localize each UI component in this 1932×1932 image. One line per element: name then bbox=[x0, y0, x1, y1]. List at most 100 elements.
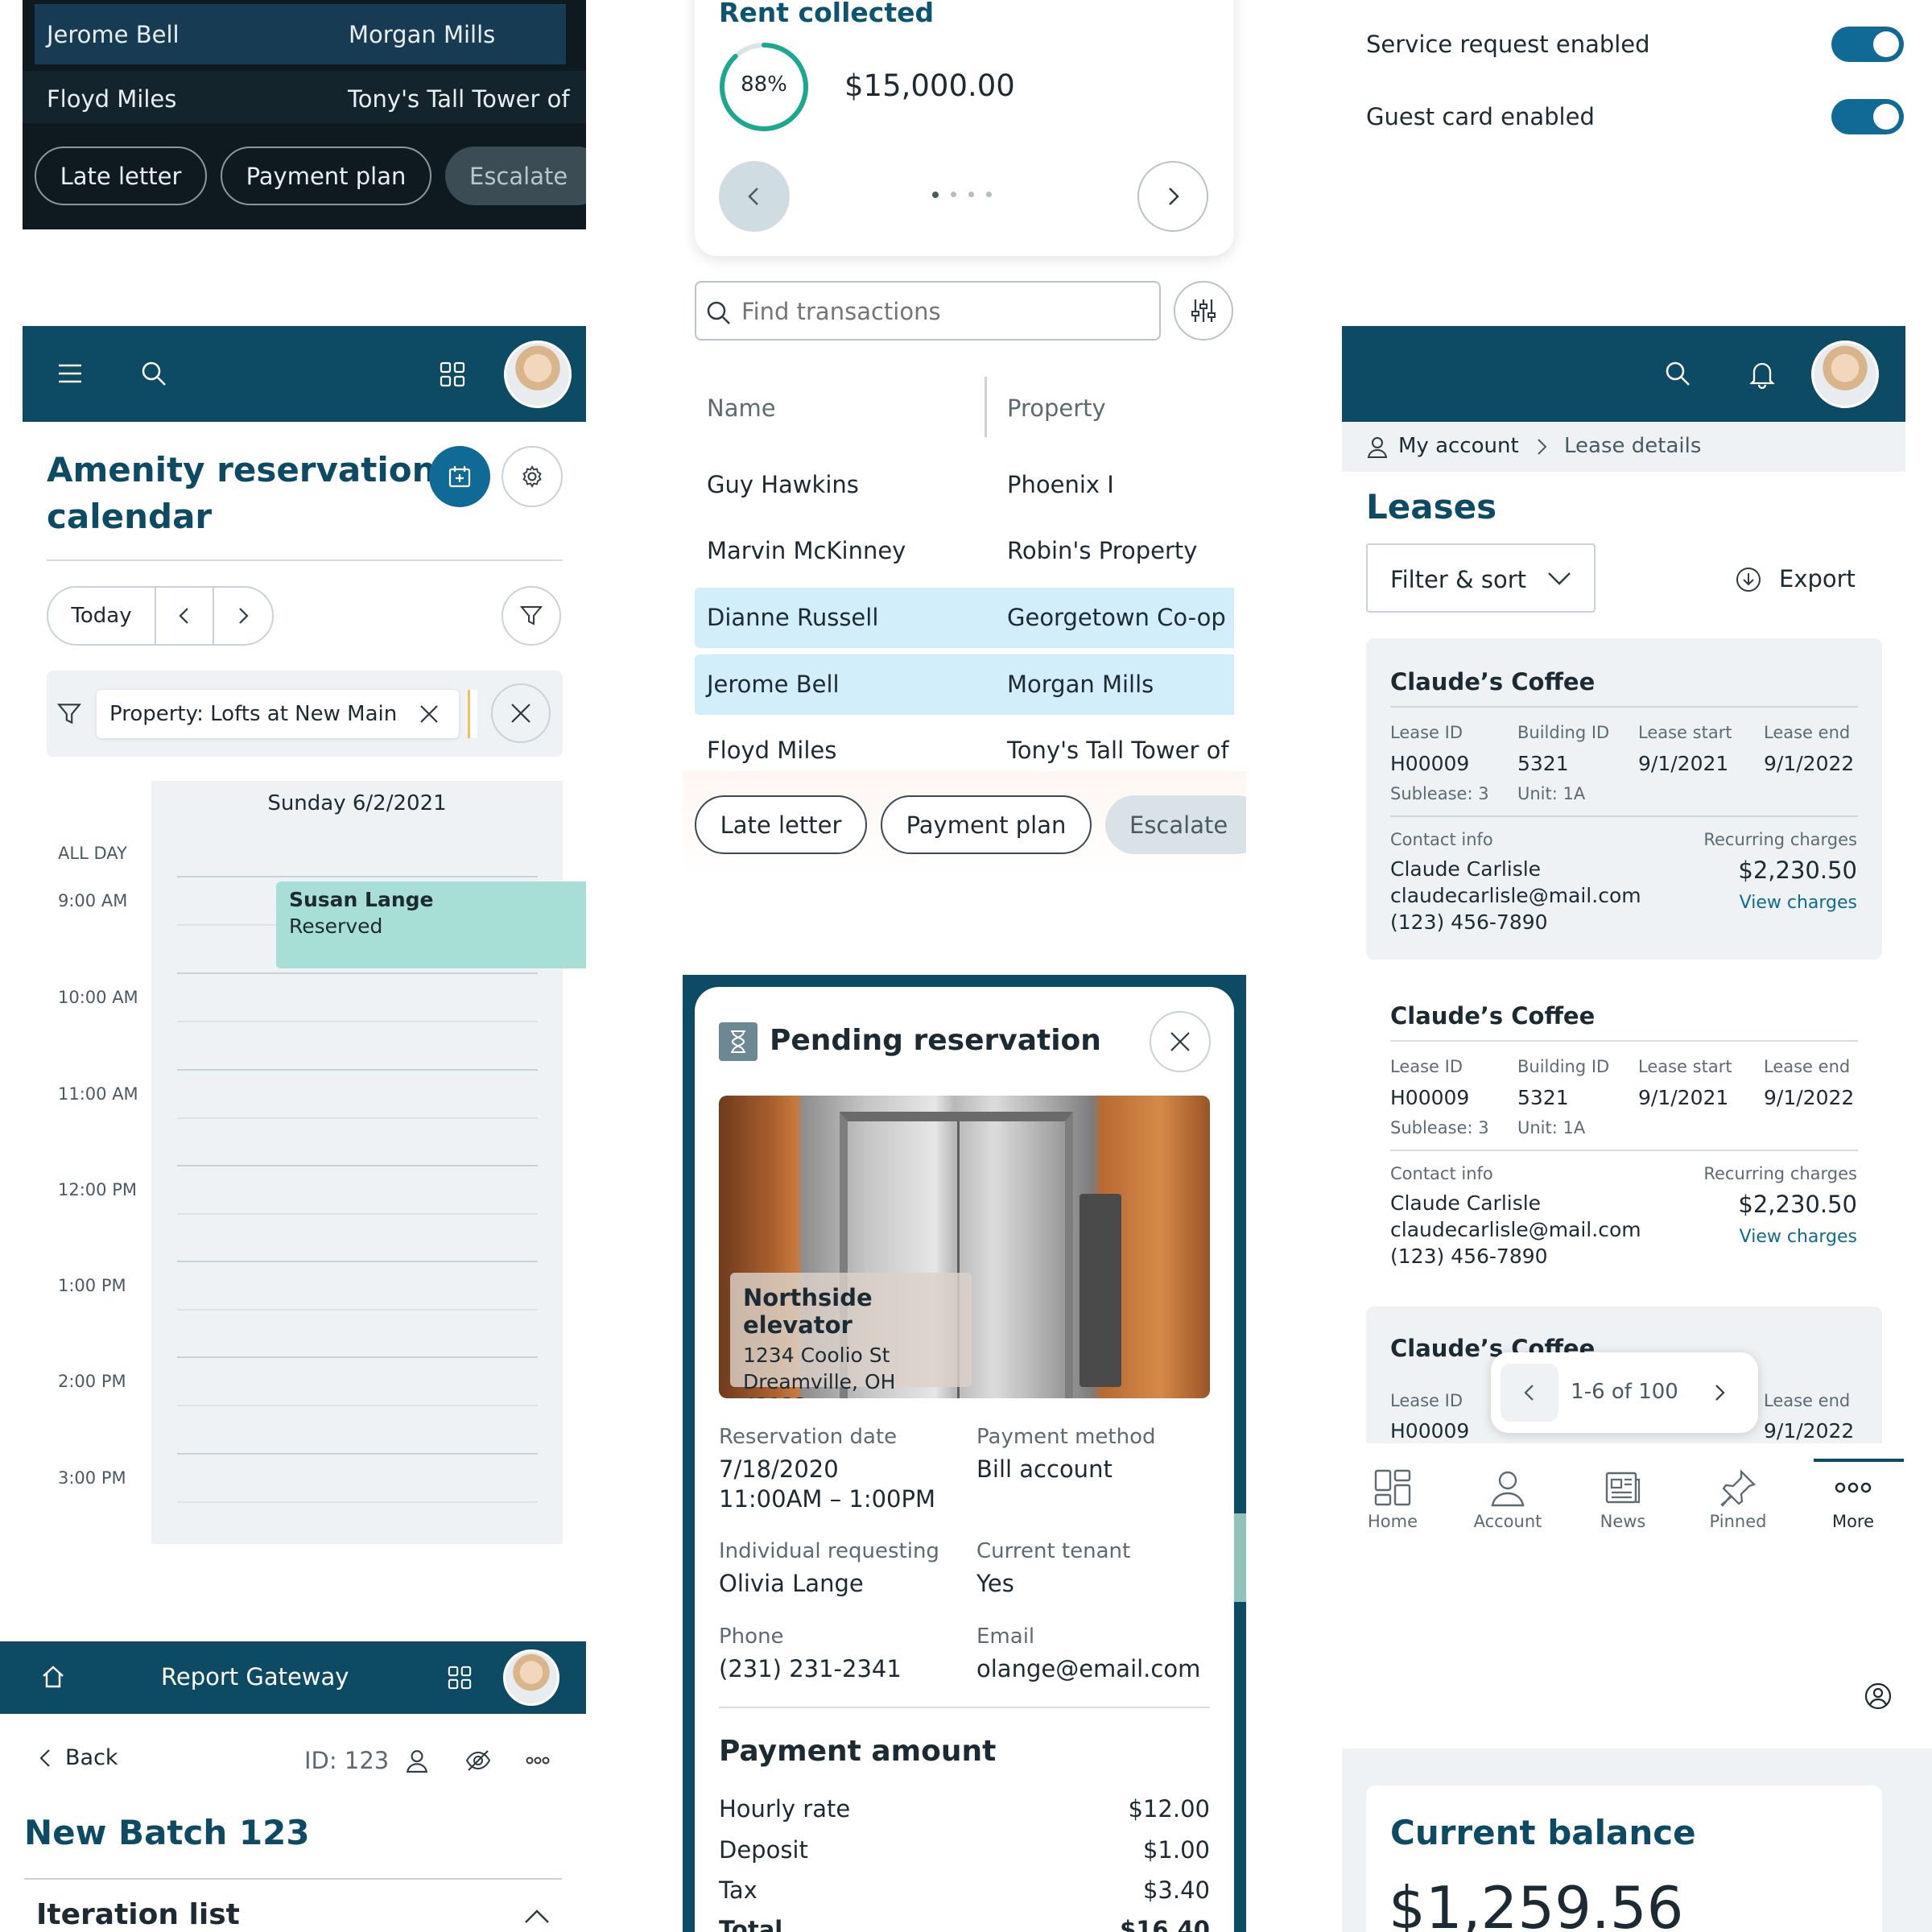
search-input[interactable] bbox=[741, 294, 1144, 329]
clear-filters-button[interactable] bbox=[491, 683, 551, 743]
apps-grid-icon[interactable] bbox=[440, 361, 465, 387]
chevron-left-icon bbox=[39, 1748, 50, 1767]
column-header-name[interactable]: Name bbox=[707, 394, 776, 422]
table-row[interactable]: Jerome Bell Morgan Mills bbox=[35, 4, 566, 64]
row-name: Dianne Russell bbox=[707, 604, 879, 631]
close-button[interactable] bbox=[1150, 1011, 1211, 1072]
toggle-label: Service request enabled bbox=[1366, 31, 1650, 58]
lease-id: H00009 bbox=[1390, 1419, 1470, 1443]
balance-title: Current balance bbox=[1390, 1813, 1696, 1852]
table-row[interactable]: Floyd Miles Tony's Tall Tower of bbox=[23, 71, 586, 123]
escalate-button[interactable]: Escalate bbox=[1105, 795, 1246, 854]
email-label: Email bbox=[976, 1624, 1035, 1649]
home-icon[interactable] bbox=[40, 1664, 66, 1690]
eye-off-icon[interactable] bbox=[465, 1748, 491, 1773]
chevron-left-icon bbox=[1524, 1385, 1534, 1401]
settings-button[interactable] bbox=[502, 446, 563, 507]
close-icon bbox=[1170, 1032, 1190, 1051]
half-hour-line bbox=[177, 1309, 538, 1311]
next-button[interactable] bbox=[1137, 161, 1208, 232]
filter-button[interactable] bbox=[502, 586, 561, 646]
divider bbox=[1390, 706, 1858, 708]
lease-end: 9/1/2022 bbox=[1764, 752, 1855, 775]
table-row[interactable]: Guy Hawkins Phoenix I bbox=[695, 463, 1234, 509]
export-button[interactable]: Export bbox=[1735, 561, 1860, 598]
time-label: 2:00 PM bbox=[58, 1372, 126, 1391]
reservation-date: 7/18/2020 bbox=[719, 1455, 839, 1483]
menu-icon[interactable] bbox=[56, 361, 84, 386]
breadcrumb-link[interactable]: My account bbox=[1398, 434, 1519, 458]
table-row-selected[interactable]: Dianne Russell Georgetown Co-op bbox=[695, 588, 1234, 648]
iteration-list-header[interactable]: Iteration list bbox=[24, 1892, 562, 1932]
table-row-selected[interactable]: Jerome Bell Morgan Mills bbox=[695, 654, 1234, 715]
nav-pinned[interactable]: Pinned bbox=[1682, 1463, 1794, 1531]
row-name: Jerome Bell bbox=[47, 20, 180, 48]
nav-news[interactable]: News bbox=[1567, 1463, 1679, 1531]
next-day-button[interactable] bbox=[214, 588, 272, 644]
lease-id: H00009 bbox=[1390, 1086, 1470, 1109]
payment-plan-button[interactable]: Payment plan bbox=[881, 795, 1092, 854]
view-charges-link[interactable]: View charges bbox=[1696, 1227, 1857, 1247]
search-icon[interactable] bbox=[140, 360, 167, 387]
sublease: Sublease: 3 bbox=[1390, 784, 1489, 803]
time-label: 12:00 PM bbox=[58, 1180, 137, 1199]
late-letter-button[interactable]: Late letter bbox=[695, 795, 867, 854]
lease-name: Claude’s Coffee bbox=[1390, 668, 1596, 696]
nav-home[interactable]: Home bbox=[1336, 1463, 1449, 1531]
prev-day-button[interactable] bbox=[156, 588, 214, 644]
avatar[interactable] bbox=[504, 341, 572, 408]
calendar-header-bar bbox=[23, 326, 586, 422]
reservation-icon-badge bbox=[719, 1022, 758, 1061]
payment-label: Tax bbox=[719, 1876, 758, 1904]
column-divider bbox=[985, 377, 987, 437]
day-header: Sunday 6/2/2021 bbox=[267, 791, 447, 815]
contact-name: Claude Carlisle bbox=[1390, 857, 1542, 881]
report-title: Report Gateway bbox=[161, 1663, 349, 1690]
close-icon[interactable] bbox=[419, 704, 440, 724]
column-header-property[interactable]: Property bbox=[1007, 394, 1106, 422]
time-label: 10:00 AM bbox=[58, 988, 138, 1007]
divider bbox=[24, 1878, 562, 1880]
nav-label: Account bbox=[1473, 1512, 1542, 1531]
today-button[interactable]: Today bbox=[48, 588, 156, 644]
prev-button[interactable] bbox=[719, 161, 790, 232]
payment-plan-button[interactable]: Payment plan bbox=[221, 147, 431, 205]
amenity-address-line1: 1234 Coolio St bbox=[743, 1344, 890, 1367]
time-label: 1:00 PM bbox=[58, 1276, 126, 1295]
guest-card-toggle[interactable] bbox=[1831, 99, 1904, 134]
service-request-toggle[interactable] bbox=[1831, 27, 1904, 62]
apps-grid-icon[interactable] bbox=[448, 1666, 472, 1690]
late-letter-button[interactable]: Late letter bbox=[35, 147, 207, 205]
toggle-knob bbox=[1873, 104, 1899, 130]
add-reservation-button[interactable] bbox=[429, 446, 490, 507]
user-circle-icon[interactable] bbox=[1864, 1682, 1892, 1710]
more-icon[interactable] bbox=[526, 1755, 550, 1766]
back-button[interactable]: Back bbox=[36, 1745, 118, 1770]
reservation-event[interactable]: Susan Lange Reserved bbox=[276, 881, 586, 968]
next-page-button[interactable] bbox=[1690, 1364, 1748, 1422]
search-box[interactable] bbox=[695, 281, 1161, 341]
prev-page-button[interactable] bbox=[1501, 1364, 1558, 1422]
avatar[interactable] bbox=[1811, 341, 1879, 408]
nav-more[interactable]: More bbox=[1797, 1463, 1909, 1531]
nav-account[interactable]: Account bbox=[1451, 1463, 1564, 1531]
table-row[interactable]: Marvin McKinney Robin's Property bbox=[695, 529, 1234, 575]
filter-chip[interactable]: Property: Lofts at New Main bbox=[97, 690, 459, 738]
hour-line bbox=[177, 1453, 538, 1455]
view-charges-link[interactable]: View charges bbox=[1696, 893, 1857, 913]
bell-icon[interactable] bbox=[1748, 360, 1776, 389]
divider bbox=[719, 1707, 1210, 1708]
filter-sort-button[interactable]: Filter & sort bbox=[1366, 543, 1596, 613]
user-icon[interactable] bbox=[405, 1748, 429, 1773]
divider bbox=[1390, 815, 1858, 817]
table-row[interactable]: Floyd Miles Tony's Tall Tower of bbox=[695, 724, 1234, 770]
row-property: Morgan Mills bbox=[1007, 671, 1154, 698]
half-hour-line bbox=[177, 1117, 538, 1119]
avatar[interactable] bbox=[503, 1649, 559, 1706]
payment-label: Deposit bbox=[719, 1836, 808, 1864]
payment-value: $3.40 bbox=[1142, 1876, 1210, 1904]
batch-id: ID: 123 bbox=[304, 1747, 390, 1774]
filter-settings-button[interactable] bbox=[1174, 281, 1233, 341]
search-icon[interactable] bbox=[1664, 360, 1691, 387]
escalate-button[interactable]: Escalate bbox=[445, 147, 586, 205]
